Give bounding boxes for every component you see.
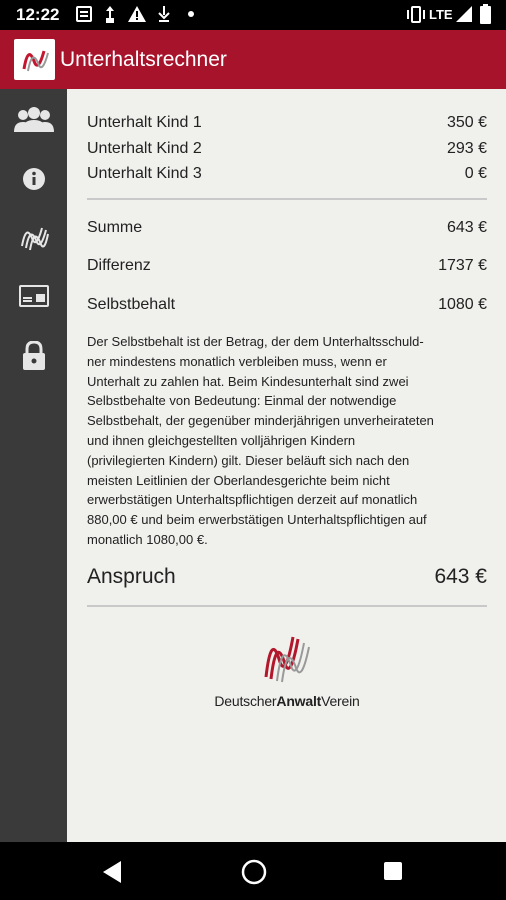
- kind2-label: Unterhalt Kind 2: [87, 140, 202, 157]
- description-line: Selbstbehalt, der gegenüber minderjährig…: [87, 413, 434, 429]
- description-line: Der Selbstbehalt ist der Betrag, der dem…: [87, 334, 424, 349]
- dav-text-part2: Anwalt: [276, 693, 322, 709]
- warning-icon: [128, 6, 146, 22]
- system-nav-bar: [0, 842, 506, 900]
- sidebar-nav: [0, 89, 67, 842]
- summe-value: 643 €: [446, 219, 487, 236]
- description-line: Unterhalt zu zahlen hat. Beim Kindesunte…: [87, 373, 409, 389]
- anspruch-label: Anspruch: [87, 565, 176, 588]
- battery-icon: [480, 4, 491, 24]
- group-icon: [14, 107, 54, 132]
- nav-item-about[interactable]: [8, 215, 60, 259]
- network-type: LTE: [429, 7, 453, 22]
- selbstbehalt-description: Der Selbstbehalt ist der Betrag, der dem…: [87, 332, 489, 550]
- dav-text-part3: Verein: [321, 693, 360, 709]
- back-button[interactable]: [101, 860, 123, 884]
- info-icon: [23, 168, 45, 190]
- signal-icon: [456, 6, 472, 22]
- main-content: Unterhalt Kind 1 350 € Unterhalt Kind 2 …: [67, 89, 506, 842]
- description-line: und ihnen gleichgestellten volljährigen …: [87, 432, 356, 448]
- vibrate-icon: [407, 6, 425, 23]
- lock-icon: [23, 341, 45, 370]
- status-time: 12:22: [16, 5, 60, 24]
- differenz-value: 1737 €: [438, 257, 487, 274]
- selbstbehalt-value: 1080 €: [438, 296, 487, 313]
- app-logo: [14, 39, 55, 80]
- description-line: (privilegierten Kindern) gilt. Dieser be…: [87, 452, 410, 468]
- dav-logo-icon: [264, 636, 310, 683]
- id-card-icon: [19, 285, 49, 307]
- selbstbehalt-label: Selbstbehalt: [87, 296, 176, 313]
- wave-logo-icon: [21, 227, 49, 251]
- nav-item-info[interactable]: [8, 157, 60, 201]
- kind3-value: 0 €: [464, 165, 487, 182]
- description-line: Selbstbehalte von Bedeutung: Einmal der …: [87, 393, 397, 409]
- dav-wordmark: DeutscherAnwaltVerein: [197, 693, 377, 709]
- home-button[interactable]: [241, 859, 267, 885]
- download-icon: [158, 6, 170, 22]
- anspruch-value: 643 €: [434, 565, 487, 588]
- description-line: ner mindestens monatlich verbleiben muss…: [87, 353, 387, 369]
- app-logo-icon: [22, 50, 49, 72]
- notification-icon: [76, 6, 92, 22]
- usb-icon: [106, 6, 114, 23]
- description-line: meisten Leitlinien der Oberlandesgericht…: [87, 472, 390, 488]
- differenz-label: Differenz: [87, 257, 151, 274]
- kind1-label: Unterhalt Kind 1: [87, 114, 202, 131]
- nav-item-card[interactable]: [8, 274, 60, 318]
- dav-text-part1: Deutscher: [214, 693, 277, 709]
- app-title: Unterhaltsrechner: [60, 48, 227, 71]
- description-line: erwerbstätigen Unterhaltspflichtigen der…: [87, 492, 418, 508]
- kind2-value: 293 €: [446, 140, 487, 157]
- kind1-value: 350 €: [446, 114, 487, 131]
- description-line: monatlich 1080,00 €.: [87, 531, 208, 547]
- kind3-label: Unterhalt Kind 3: [87, 165, 202, 182]
- nav-item-lock[interactable]: [8, 334, 60, 378]
- divider-bottom: [87, 605, 487, 607]
- divider-top: [87, 198, 487, 200]
- app-bar: Unterhaltsrechner: [0, 30, 506, 89]
- nav-item-users[interactable]: [8, 97, 60, 141]
- status-bar: 12:22 LTE: [0, 0, 506, 30]
- summe-label: Summe: [87, 219, 143, 236]
- description-line: 880,00 € und beim erwerbstätigen Unterha…: [87, 512, 427, 528]
- recents-button[interactable]: [383, 861, 403, 881]
- dot-icon: [188, 11, 194, 17]
